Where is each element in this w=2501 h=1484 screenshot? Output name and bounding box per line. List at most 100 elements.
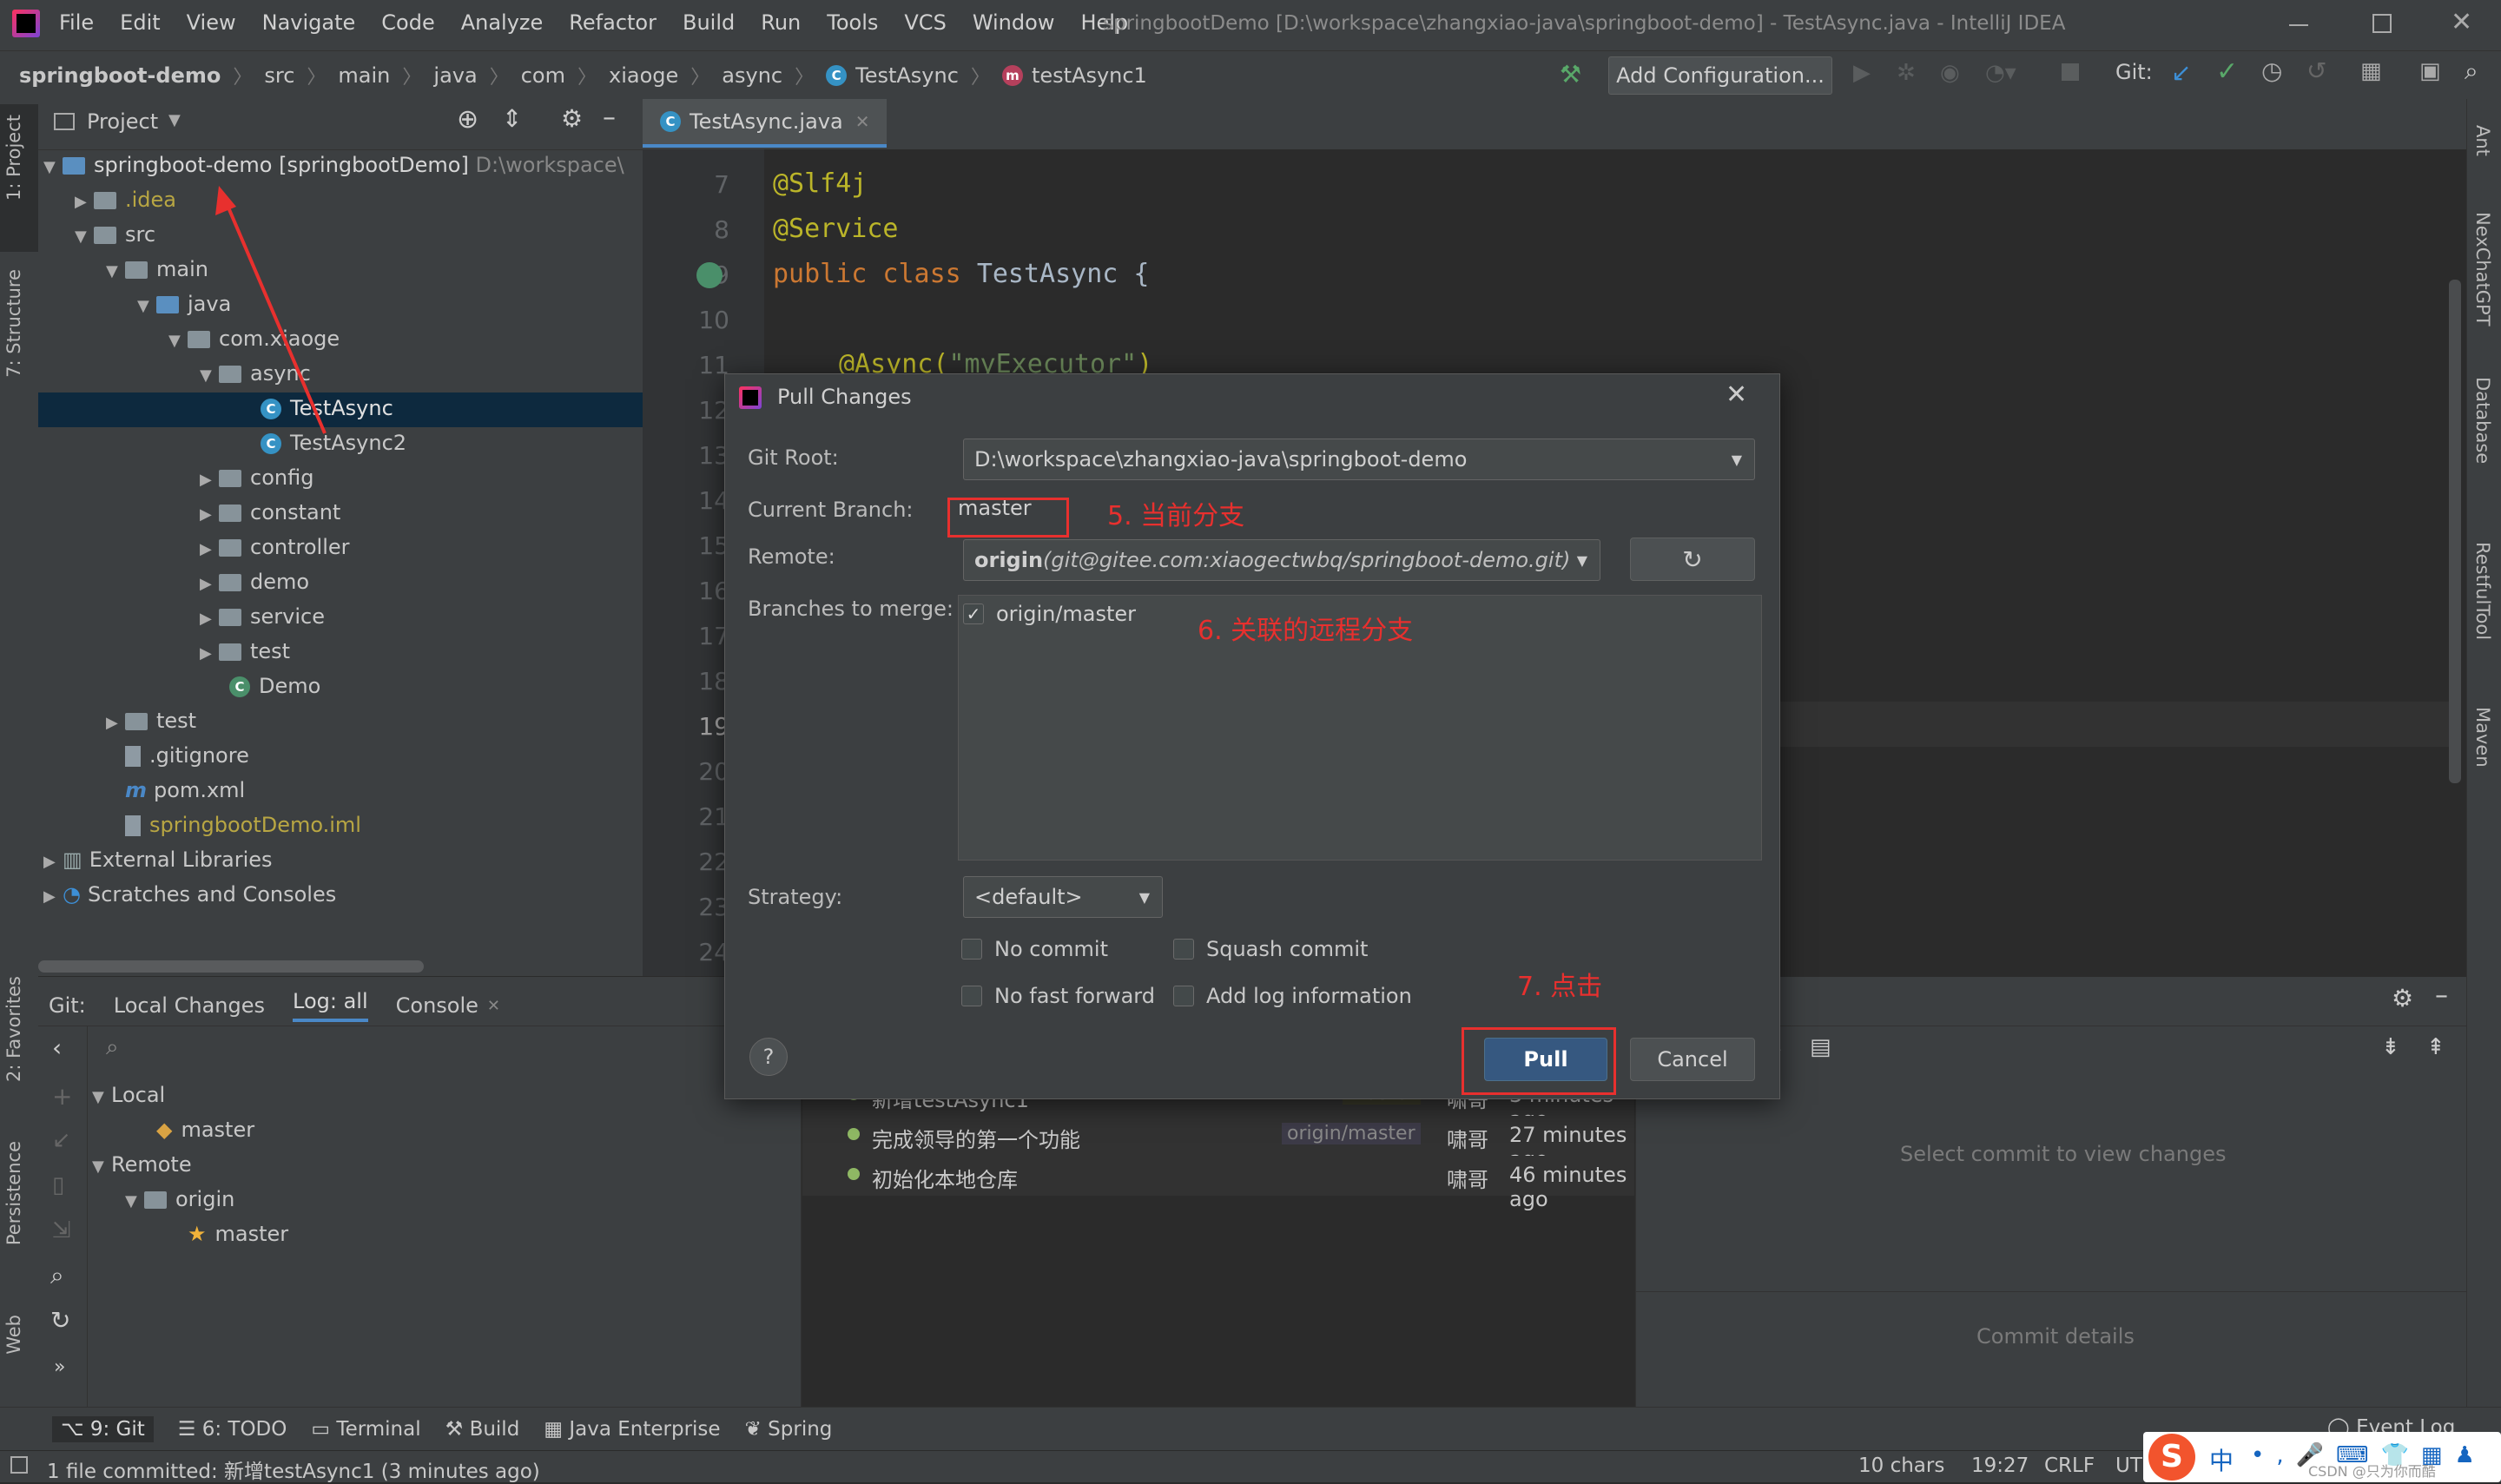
commit-row[interactable]: 完成领导的第一个功能 origin/master 啸哥 27 minutes a… (802, 1116, 1634, 1171)
commit-row[interactable]: 初始化本地仓库 啸哥 46 minutes ago (802, 1156, 1634, 1211)
crumb-xiaoge[interactable]: xiaoge (609, 63, 678, 88)
status-toggle-icon[interactable] (10, 1456, 28, 1474)
close-tab-icon[interactable]: ✕ (855, 111, 870, 132)
refresh-remotes-button[interactable]: ↻ (1630, 538, 1755, 581)
tree-item-constant[interactable]: ▶ constant (200, 500, 340, 524)
collapse-icon[interactable]: ⇕ (502, 104, 522, 133)
project-structure-icon[interactable]: ▦ (2360, 58, 2382, 84)
tab-spring[interactable]: ❦ Spring (745, 1418, 833, 1441)
menu-edit[interactable]: Edit (120, 10, 160, 35)
menu-refactor[interactable]: Refactor (569, 10, 657, 35)
tree-item-iml[interactable]: springbootDemo.iml (106, 813, 361, 837)
tab-todo[interactable]: ☰ 6: TODO (178, 1418, 287, 1441)
git-panel-gear-icon[interactable]: ⚙ (2392, 984, 2413, 1012)
chevron-down-icon[interactable]: ▼ (168, 111, 181, 129)
tab-project[interactable]: 1: Project (3, 115, 24, 201)
tree-item-controller[interactable]: ▶ controller (200, 535, 350, 559)
checkout-icon[interactable]: ↙ (52, 1127, 71, 1153)
crumb-main[interactable]: main (338, 63, 390, 88)
tab-build[interactable]: ⚒ Build (445, 1418, 520, 1441)
tab-persistence[interactable]: Persistence (3, 1141, 24, 1245)
delete-icon[interactable]: ▯ (52, 1172, 64, 1198)
strategy-select[interactable]: <default> ▼ (963, 876, 1163, 918)
dialog-close-icon[interactable]: ✕ (1726, 379, 1747, 410)
tab-maven[interactable]: Maven (2472, 707, 2493, 768)
tab-structure[interactable]: 7: Structure (3, 269, 24, 378)
menu-navigate[interactable]: Navigate (262, 10, 356, 35)
add-configuration-button[interactable]: Add Configuration... (1608, 56, 1832, 95)
tab-restfultool[interactable]: RestfulTool (2472, 542, 2493, 640)
menu-view[interactable]: View (187, 10, 236, 35)
cancel-button[interactable]: Cancel (1630, 1038, 1755, 1081)
git-update-icon[interactable]: ↙ (2171, 58, 2191, 87)
add-icon[interactable]: + (52, 1082, 72, 1111)
locate-icon[interactable]: ⊕ (457, 104, 478, 135)
branch-local-master[interactable]: ◆ master (156, 1118, 254, 1142)
tab-web[interactable]: Web (3, 1315, 24, 1355)
tab-favorites[interactable]: 2: Favorites (3, 976, 24, 1082)
branch-origin[interactable]: ▼ origin (125, 1187, 234, 1211)
tree-item-idea[interactable]: ▶ .idea (75, 188, 176, 212)
search-icon[interactable]: ⌕ (50, 1261, 64, 1290)
git-commit-icon[interactable]: ✓ (2216, 56, 2238, 87)
tree-item-main[interactable]: ▼ main (106, 257, 208, 281)
log-toolbar-icon[interactable]: ▤ (1810, 1034, 1831, 1060)
tree-item-demo[interactable]: ▶ demo (200, 570, 309, 594)
restore-icon[interactable] (2372, 14, 2392, 33)
tab-console[interactable]: Console (396, 993, 478, 1018)
help-button[interactable]: ? (749, 1038, 788, 1076)
tab-terminal[interactable]: ▭ Terminal (311, 1418, 420, 1441)
crumb-java[interactable]: java (433, 63, 477, 88)
tab-nexchatgpt[interactable]: NexChatGPT (2472, 212, 2493, 326)
tree-item-gitignore[interactable]: .gitignore (106, 743, 249, 768)
menu-run[interactable]: Run (761, 10, 801, 35)
git-panel-hide-icon[interactable]: – (2435, 980, 2448, 1011)
hide-panel-icon[interactable]: – (603, 102, 616, 133)
pull-button[interactable]: Pull (1484, 1038, 1607, 1081)
crumb-method[interactable]: testAsync1 (1032, 63, 1147, 88)
crumb-class[interactable]: TestAsync (855, 63, 959, 88)
branch-checkbox-origin-master[interactable]: ✓ origin/master (963, 602, 1136, 626)
tree-item-src[interactable]: ▼ src (75, 222, 155, 247)
tab-database[interactable]: Database (2472, 377, 2493, 464)
crumb-src[interactable]: src (264, 63, 294, 88)
collapse-all-icon[interactable]: ⇞ (2426, 1034, 2445, 1060)
horizontal-scrollbar[interactable] (38, 960, 424, 973)
ime-toolbar[interactable]: S 中 •,🎤⌨👕▦♟ CSDN @只为你而酷 (2143, 1432, 2501, 1482)
tab-java-enterprise[interactable]: ▦ Java Enterprise (544, 1418, 720, 1441)
build-hammer-icon[interactable]: ⚒ (1560, 60, 1581, 89)
tree-item-scratches[interactable]: ▶ ◔ Scratches and Consoles (43, 882, 336, 907)
remote-select[interactable]: origin (git@gitee.com:xiaogectwbq/springb… (963, 539, 1600, 581)
tree-item-test[interactable]: ▶ test (106, 709, 196, 733)
git-root-select[interactable]: D:\workspace\zhangxiao-java\springboot-d… (963, 439, 1755, 480)
expand-all-icon[interactable]: ⇟ (2381, 1034, 2400, 1060)
tree-item-external-libraries[interactable]: ▶ ▥ External Libraries (43, 848, 273, 872)
spring-bean-gutter-icon[interactable] (696, 262, 723, 288)
branch-search-icon[interactable]: ⌕ (106, 1034, 119, 1061)
gear-icon[interactable]: ⚙ (561, 104, 583, 133)
squash-commit-checkbox[interactable]: Squash commit (1173, 937, 1368, 961)
crumb-project[interactable]: springboot-demo (19, 63, 221, 88)
tab-git[interactable]: ⌥ 9: Git (52, 1416, 154, 1442)
close-tab-icon[interactable]: ✕ (487, 997, 500, 1015)
minimize-icon[interactable] (2289, 24, 2308, 26)
branch-group-remote[interactable]: ▼ Remote (92, 1152, 192, 1177)
back-icon[interactable]: ‹ (52, 1033, 62, 1062)
menu-build[interactable]: Build (683, 10, 735, 35)
project-panel-title[interactable]: Project (87, 109, 158, 134)
tree-item-service[interactable]: ▶ service (200, 604, 325, 629)
crumb-com[interactable]: com (521, 63, 565, 88)
git-history-icon[interactable]: ◷ (2261, 56, 2282, 85)
git-rollback-icon[interactable]: ↺ (2306, 56, 2326, 85)
menu-window[interactable]: Window (973, 10, 1055, 35)
tab-log-all[interactable]: Log: all (293, 989, 368, 1022)
branch-group-local[interactable]: ▼ Local (92, 1083, 165, 1107)
tab-testasync-java[interactable]: C TestAsync.java ✕ (643, 99, 888, 148)
tree-root[interactable]: ▼ springboot-demo [springbootDemo] D:\wor… (43, 153, 624, 177)
close-window-icon[interactable]: ✕ (2451, 7, 2472, 37)
refresh-icon[interactable]: ↻ (50, 1306, 70, 1335)
menu-tools[interactable]: Tools (827, 10, 878, 35)
crumb-async[interactable]: async (722, 63, 782, 88)
layout-icon[interactable]: ▣ (2419, 58, 2441, 84)
status-line-separator[interactable]: CRLF (2044, 1454, 2095, 1477)
